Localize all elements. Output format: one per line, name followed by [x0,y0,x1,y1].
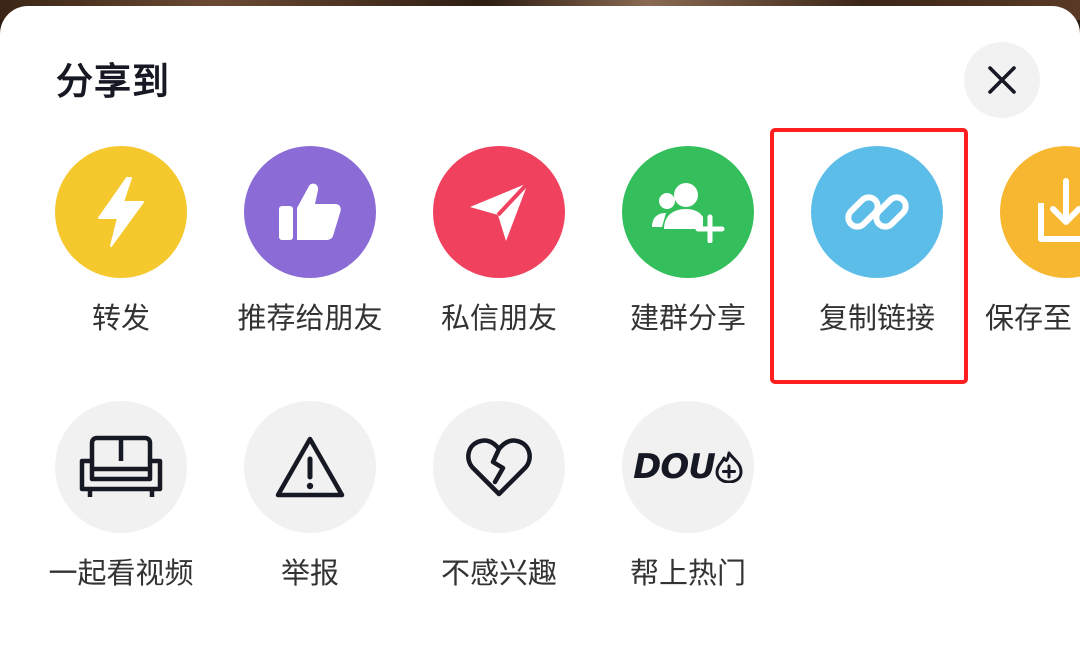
download-icon [1038,178,1080,242]
share-message-label: 私信朋友 [440,301,557,335]
share-group-label: 建群分享 [629,301,746,335]
recommend-icon-circle [244,146,376,278]
forward-icon-circle [55,146,187,278]
promote-icon-circle: DOU [622,401,754,533]
close-icon [988,66,1016,94]
sofa-icon [79,435,163,497]
add-group-icon [652,183,725,243]
share-copy-link-label: 复制链接 [818,301,935,335]
promote-button[interactable]: DOU 帮上热门 [593,401,783,621]
broken-heart-icon [466,438,532,497]
group-icon-circle [622,146,754,278]
not-interested-icon-circle [433,401,565,533]
share-forward-button[interactable]: 转发 [26,146,216,366]
watch-together-button[interactable]: 一起看视频 [26,401,216,621]
link-icon [845,194,909,230]
share-group-button[interactable]: 建群分享 [593,146,783,366]
plus-flame-icon [715,451,743,483]
promote-label: 帮上热门 [629,556,746,590]
close-button[interactable] [964,42,1040,118]
share-copy-link-button[interactable]: 复制链接 [782,146,972,366]
report-label: 举报 [280,556,339,590]
watch-together-label: 一起看视频 [48,556,194,590]
thumbs-up-icon [279,183,341,240]
dou-plus-icon: DOU [633,447,743,487]
report-icon-circle [244,401,376,533]
copy-link-icon-circle [811,146,943,278]
share-recommend-button[interactable]: 推荐给朋友 [215,146,405,366]
save-icon-circle [1000,146,1080,278]
share-message-button[interactable]: 私信朋友 [404,146,594,366]
message-icon-circle [433,146,565,278]
share-forward-label: 转发 [91,301,150,335]
share-sheet: 分享到 转发 推荐给朋友 私信朋友 建群分享 复制链接 保存至 一起看视频 举报… [0,6,1080,646]
paper-plane-icon [470,181,530,241]
watch-together-icon-circle [55,401,187,533]
not-interested-label: 不感兴趣 [440,556,557,590]
warning-icon [275,436,345,498]
lightning-icon [98,177,144,247]
dou-logo-text: DOU [633,447,716,487]
share-save-button[interactable]: 保存至 [971,146,1080,366]
share-save-label: 保存至 [985,301,1073,335]
sheet-title: 分享到 [56,60,170,103]
share-recommend-label: 推荐给朋友 [237,301,383,335]
report-button[interactable]: 举报 [215,401,405,621]
not-interested-button[interactable]: 不感兴趣 [404,401,594,621]
